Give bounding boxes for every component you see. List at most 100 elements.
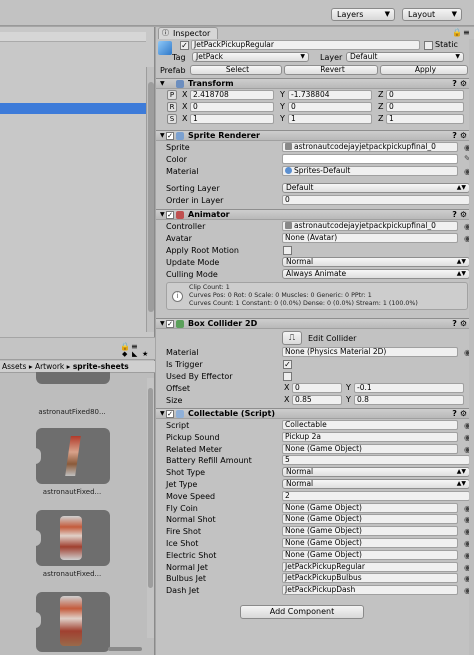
asset-tile[interactable]: [31, 428, 110, 484]
culling-mode-dropdown[interactable]: Always Animate ▲▼: [282, 269, 470, 279]
help-icon[interactable]: ?: [452, 210, 460, 219]
star-icon[interactable]: ★: [142, 350, 148, 358]
bulbus-jet-field[interactable]: JetPackPickupBulbus: [282, 573, 458, 584]
component-enabled-checkbox[interactable]: ✓: [166, 211, 174, 219]
foldout-icon[interactable]: ▼: [160, 131, 165, 141]
transform-x-input[interactable]: 1: [190, 114, 274, 124]
prefab-label: Prefab: [160, 66, 186, 75]
update-mode-dropdown[interactable]: Normal ▲▼: [282, 257, 470, 267]
dash-jet-field[interactable]: JetPackPickupDash: [282, 585, 458, 596]
ice-shot-label: Ice Shot: [166, 539, 199, 548]
help-icon[interactable]: ?: [452, 319, 460, 328]
collectable-header[interactable]: ▼ ✓ Collectable (Script) ?⚙: [156, 408, 474, 419]
used-by-effector-checkbox[interactable]: [283, 372, 292, 381]
script-field[interactable]: Collectable: [282, 420, 458, 430]
scroll-thumb[interactable]: [148, 82, 154, 312]
info-icon: ⓘ: [162, 29, 169, 37]
zoom-slider[interactable]: [108, 647, 142, 651]
help-icon[interactable]: ?: [452, 131, 460, 140]
transform-y-input[interactable]: 1: [288, 114, 372, 124]
asset-tile[interactable]: [31, 592, 110, 652]
add-component-button[interactable]: Add Component: [240, 605, 364, 619]
transform-z-input[interactable]: 0: [386, 90, 464, 100]
transform-x-input[interactable]: 0: [190, 102, 274, 112]
sprite-renderer-header[interactable]: ▼ ✓ Sprite Renderer ?⚙: [156, 130, 474, 141]
transform-reset-button[interactable]: S: [167, 114, 177, 124]
tab-inspector[interactable]: ⓘ Inspector: [158, 27, 218, 39]
active-checkbox[interactable]: ✓: [180, 41, 189, 50]
breadcrumb-artwork[interactable]: Artwork: [35, 362, 64, 371]
edit-collider-button[interactable]: ⎍: [282, 331, 302, 345]
sprite-field[interactable]: astronautcodejayjetpackpickupfinal_0: [282, 142, 458, 152]
transform-header[interactable]: ▼ Transform ?⚙: [156, 78, 474, 89]
breadcrumb-sprite-sheets[interactable]: sprite-sheets: [73, 362, 129, 371]
animator-header[interactable]: ▼ ✓ Animator ?⚙: [156, 209, 474, 220]
normal-shot-field[interactable]: None (Game Object): [282, 514, 458, 525]
battery-refill-amount-input[interactable]: 5: [282, 455, 470, 466]
foldout-icon[interactable]: ▼: [160, 79, 165, 89]
pickup-sound-field[interactable]: Pickup 2a: [282, 431, 458, 442]
size-x-input[interactable]: 0.85: [292, 395, 342, 405]
transform-x-input[interactable]: 2.418708: [190, 90, 274, 100]
collider-material-field[interactable]: None (Physics Material 2D): [282, 347, 458, 357]
transform-z-input[interactable]: 0: [386, 102, 464, 112]
transform-y-input[interactable]: 0: [288, 102, 372, 112]
jet-type-dropdown[interactable]: Normal ▲▼: [282, 479, 470, 489]
layer-dropdown[interactable]: Default ▼: [346, 52, 464, 62]
help-icon[interactable]: ?: [452, 79, 460, 88]
normal-jet-field[interactable]: JetPackPickupRegular: [282, 561, 458, 572]
object-name-input[interactable]: JetPackPickupRegular: [191, 40, 420, 50]
order-in-layer-input[interactable]: 0: [282, 195, 470, 205]
info-icon: i: [172, 291, 183, 302]
breadcrumb-assets[interactable]: Assets: [2, 362, 26, 371]
hierarchy-selected-row[interactable]: [0, 103, 146, 114]
sorting-layer-dropdown[interactable]: Default ▲▼: [282, 183, 470, 193]
static-checkbox[interactable]: [424, 41, 433, 50]
move-speed-input[interactable]: 2: [282, 490, 470, 501]
filter-icon[interactable]: ◆: [122, 350, 127, 358]
project-scrollbar[interactable]: [147, 378, 154, 638]
foldout-icon[interactable]: ▼: [160, 210, 165, 220]
tag-dropdown[interactable]: JetPack ▼: [192, 52, 309, 62]
transform-reset-button[interactable]: R: [167, 102, 177, 112]
fly-coin-field[interactable]: None (Game Object): [282, 502, 458, 513]
layers-dropdown[interactable]: Layers ▼: [331, 8, 395, 21]
transform-z-input[interactable]: 1: [386, 114, 464, 124]
electric-shot-field[interactable]: None (Game Object): [282, 549, 458, 560]
foldout-icon[interactable]: ▼: [160, 409, 165, 419]
help-icon[interactable]: ?: [452, 409, 460, 418]
menu-icon[interactable]: ≡: [463, 28, 470, 37]
prefab-select-button[interactable]: Select: [190, 65, 282, 75]
box-collider-header[interactable]: ▼ ✓ Box Collider 2D ?⚙: [156, 318, 474, 329]
color-field[interactable]: [282, 154, 458, 164]
size-y-input[interactable]: 0.8: [354, 395, 464, 405]
transform-reset-button[interactable]: P: [167, 90, 177, 100]
asset-tile[interactable]: [36, 372, 110, 384]
asset-tile[interactable]: [31, 510, 110, 566]
scroll-thumb[interactable]: [148, 388, 153, 588]
lock-icon[interactable]: 🔒: [452, 28, 462, 37]
fire-shot-field[interactable]: None (Game Object): [282, 526, 458, 537]
avatar-field[interactable]: None (Avatar): [282, 233, 458, 243]
component-enabled-checkbox[interactable]: ✓: [166, 410, 174, 418]
prefab-apply-button[interactable]: Apply: [380, 65, 468, 75]
component-enabled-checkbox[interactable]: ✓: [166, 320, 174, 328]
prefab-revert-button[interactable]: Revert: [284, 65, 378, 75]
component-enabled-checkbox[interactable]: ✓: [166, 132, 174, 140]
layout-dropdown[interactable]: Layout ▼: [402, 8, 462, 21]
inspector-scrollbar[interactable]: [469, 39, 474, 655]
related-meter-field[interactable]: None (Game Object): [282, 443, 458, 454]
ice-shot-field[interactable]: None (Game Object): [282, 538, 458, 548]
is-trigger-checkbox[interactable]: ✓: [283, 360, 292, 369]
offset-x-input[interactable]: 0: [292, 383, 342, 393]
info-line: Curves Pos: 0 Rot: 0 Scale: 0 Muscles: 0…: [189, 292, 372, 299]
tag-icon[interactable]: ◣: [132, 350, 137, 358]
offset-y-input[interactable]: -0.1: [354, 383, 464, 393]
controller-field[interactable]: astronautcodejayjetpackpickupfinal_0: [282, 221, 458, 231]
transform-y-input[interactable]: -1.738804: [288, 90, 372, 100]
material-field[interactable]: Sprites-Default: [282, 166, 458, 176]
shot-type-dropdown[interactable]: Normal ▲▼: [282, 467, 470, 478]
foldout-icon[interactable]: ▼: [160, 319, 165, 329]
hierarchy-scrollbar[interactable]: [146, 67, 154, 332]
apply-root-motion-checkbox[interactable]: [283, 246, 292, 255]
